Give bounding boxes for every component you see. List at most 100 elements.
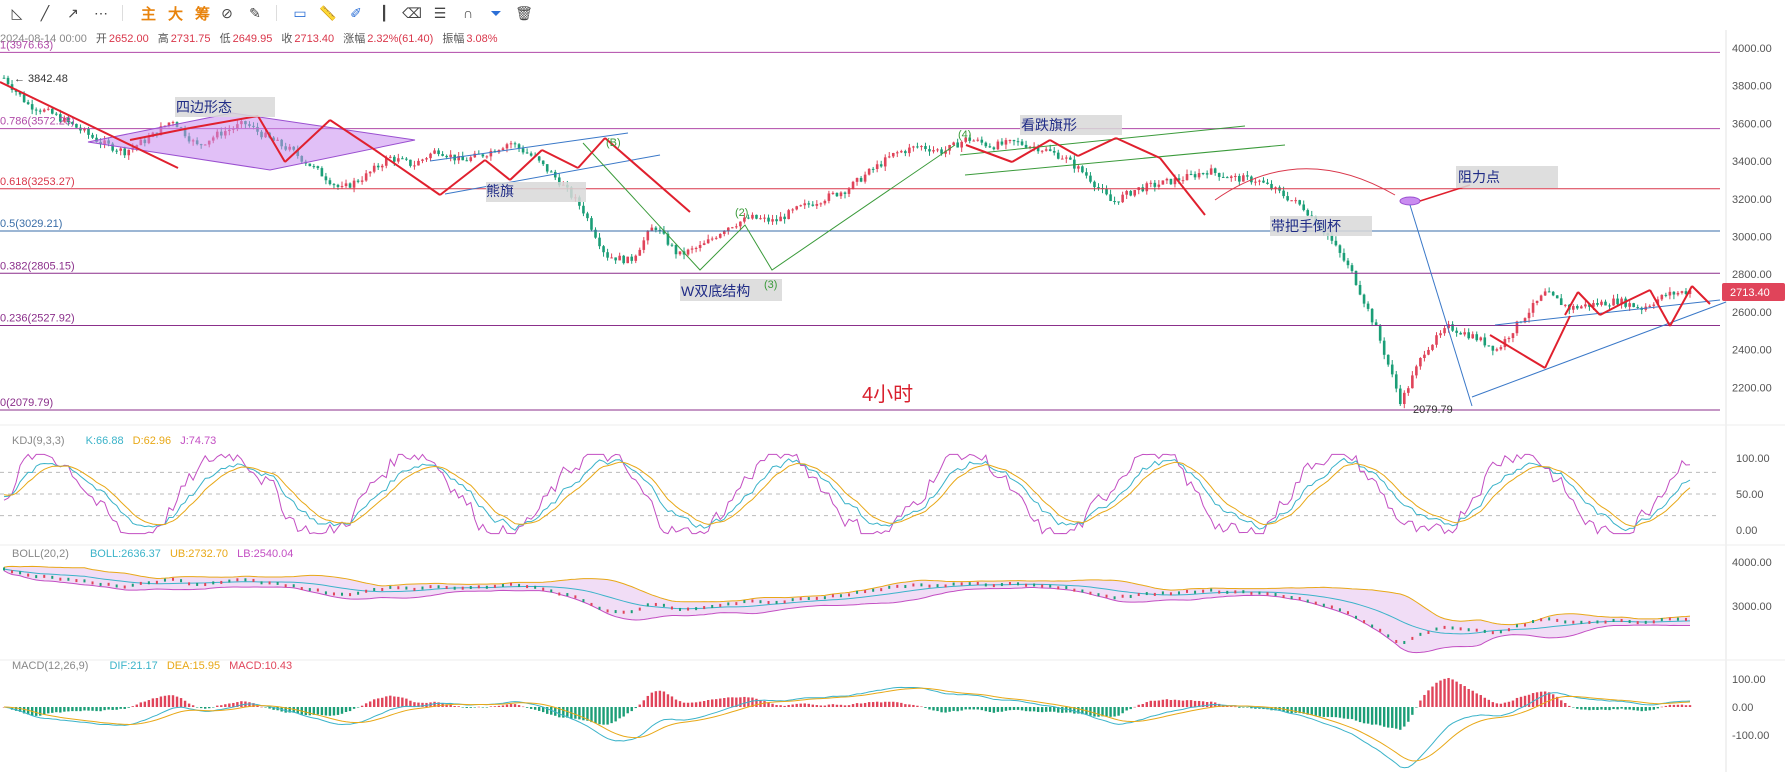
boll-candle bbox=[123, 585, 126, 589]
resistance-point-marker bbox=[1399, 196, 1421, 206]
candle-body bbox=[541, 160, 545, 165]
candle-body bbox=[421, 159, 424, 161]
candle-body bbox=[920, 146, 923, 148]
candle-body bbox=[1628, 303, 1631, 307]
macd-histogram-bar bbox=[694, 702, 698, 707]
candle-body bbox=[1065, 157, 1068, 159]
macd-histogram-bar bbox=[1592, 707, 1595, 710]
boll-candle bbox=[1620, 618, 1623, 622]
boll-candle bbox=[550, 589, 553, 593]
macd-histogram-bar bbox=[199, 707, 203, 709]
candle-body bbox=[883, 157, 887, 167]
macd-histogram-bar bbox=[823, 705, 827, 707]
candle-body bbox=[1234, 175, 1237, 177]
candle-body bbox=[368, 171, 372, 174]
macd-axis-tick: -100.00 bbox=[1732, 730, 1769, 742]
candle-body bbox=[767, 217, 770, 222]
candle-body bbox=[875, 164, 879, 170]
macd-histogram-bar bbox=[807, 703, 810, 707]
candle-body bbox=[1346, 260, 1350, 266]
candle-body bbox=[1672, 291, 1676, 295]
macd-histogram-bar bbox=[630, 707, 633, 712]
candle-body bbox=[1000, 141, 1004, 145]
boll-candle bbox=[960, 582, 963, 586]
candlestick-chart[interactable]: 2024-08-14 00:00 开 2652.00 高 2731.75 低 2649… bbox=[0, 0, 1785, 772]
boll-candle bbox=[630, 610, 633, 614]
macd-histogram-bar bbox=[348, 707, 352, 712]
trend-arrow bbox=[509, 149, 543, 181]
macd-histogram-bar bbox=[119, 707, 122, 709]
candle-body bbox=[308, 163, 312, 167]
boll-candle bbox=[1306, 599, 1309, 603]
candle-body bbox=[1378, 325, 1382, 341]
macd-histogram-bar bbox=[1346, 707, 1350, 719]
candle-body bbox=[441, 154, 444, 156]
boll-candle bbox=[1499, 630, 1502, 634]
macd-histogram-bar bbox=[815, 705, 819, 707]
boll-candle bbox=[252, 578, 255, 582]
boll-candle bbox=[501, 583, 504, 587]
boll-candle bbox=[1612, 618, 1615, 622]
boll-candle bbox=[1017, 582, 1020, 586]
macd-histogram-bar bbox=[743, 696, 746, 707]
macd-histogram-bar bbox=[505, 704, 509, 707]
macd-dif: DIF:21.17 bbox=[109, 660, 157, 672]
macd-histogram-bar bbox=[95, 707, 98, 712]
boll-candle bbox=[453, 586, 456, 590]
candle-body bbox=[26, 102, 30, 105]
macd-histogram-bar bbox=[686, 702, 690, 707]
boll-candle bbox=[856, 590, 859, 594]
boll-candle bbox=[984, 583, 987, 587]
boll-candle bbox=[1202, 589, 1205, 593]
macd-histogram-bar bbox=[1503, 702, 1507, 707]
boll-candle bbox=[1218, 590, 1221, 594]
macd-histogram-bar bbox=[920, 706, 923, 708]
macd-histogram-bar bbox=[988, 707, 992, 713]
candle-body bbox=[549, 171, 553, 173]
candle-body bbox=[835, 192, 839, 197]
candle-body bbox=[642, 240, 646, 250]
candle-body bbox=[348, 183, 352, 188]
macd-histogram-bar bbox=[1189, 700, 1193, 707]
candle-body bbox=[1463, 332, 1466, 335]
candle-body bbox=[91, 134, 94, 138]
candle-body bbox=[775, 219, 778, 222]
boll-candle bbox=[1411, 636, 1414, 640]
macd-histogram-bar bbox=[71, 707, 74, 712]
candle-body bbox=[1044, 149, 1048, 151]
candle-body bbox=[763, 217, 766, 219]
macd-histogram-bar bbox=[690, 702, 694, 707]
boll-axis-tick: 3000.00 bbox=[1732, 601, 1772, 613]
macd-histogram-bar bbox=[1391, 707, 1394, 728]
boll-candle bbox=[373, 587, 376, 591]
boll-candle bbox=[341, 592, 344, 596]
candle-body bbox=[1555, 295, 1559, 299]
macd-histogram-bar bbox=[847, 705, 851, 707]
candle-body bbox=[481, 154, 485, 157]
candle-body bbox=[1531, 303, 1535, 313]
candle-body bbox=[702, 243, 706, 245]
macd-histogram-bar bbox=[1310, 707, 1313, 715]
macd-histogram-bar bbox=[264, 707, 267, 708]
boll-candle bbox=[510, 582, 513, 586]
macd-histogram-bar bbox=[1656, 707, 1660, 709]
fib-label: 0.786(3572.28) bbox=[0, 116, 75, 128]
bear-flag-label: 熊旗 bbox=[486, 183, 514, 199]
boll-candle bbox=[815, 596, 818, 600]
boll-candle bbox=[662, 603, 665, 607]
candle-body bbox=[831, 192, 835, 194]
boll-candle bbox=[775, 600, 778, 604]
wave-b-label: (B) bbox=[606, 137, 621, 149]
macd-histogram-bar bbox=[1370, 707, 1374, 725]
macd-histogram-bar bbox=[1153, 700, 1157, 707]
kdj-header: KDJ(9,3,3) K:66.88 D:62.96 J:74.73 bbox=[12, 435, 216, 447]
macd-histogram-bar bbox=[1028, 707, 1032, 712]
macd-histogram-bar bbox=[1499, 703, 1503, 707]
macd-histogram-bar bbox=[332, 707, 336, 716]
macd-histogram-bar bbox=[39, 707, 42, 716]
macd-histogram-bar bbox=[964, 707, 967, 710]
macd-histogram-bar bbox=[220, 705, 223, 707]
macd-histogram-bar bbox=[972, 707, 975, 710]
macd-histogram-bar bbox=[405, 698, 408, 707]
boll-candle bbox=[1451, 626, 1454, 630]
